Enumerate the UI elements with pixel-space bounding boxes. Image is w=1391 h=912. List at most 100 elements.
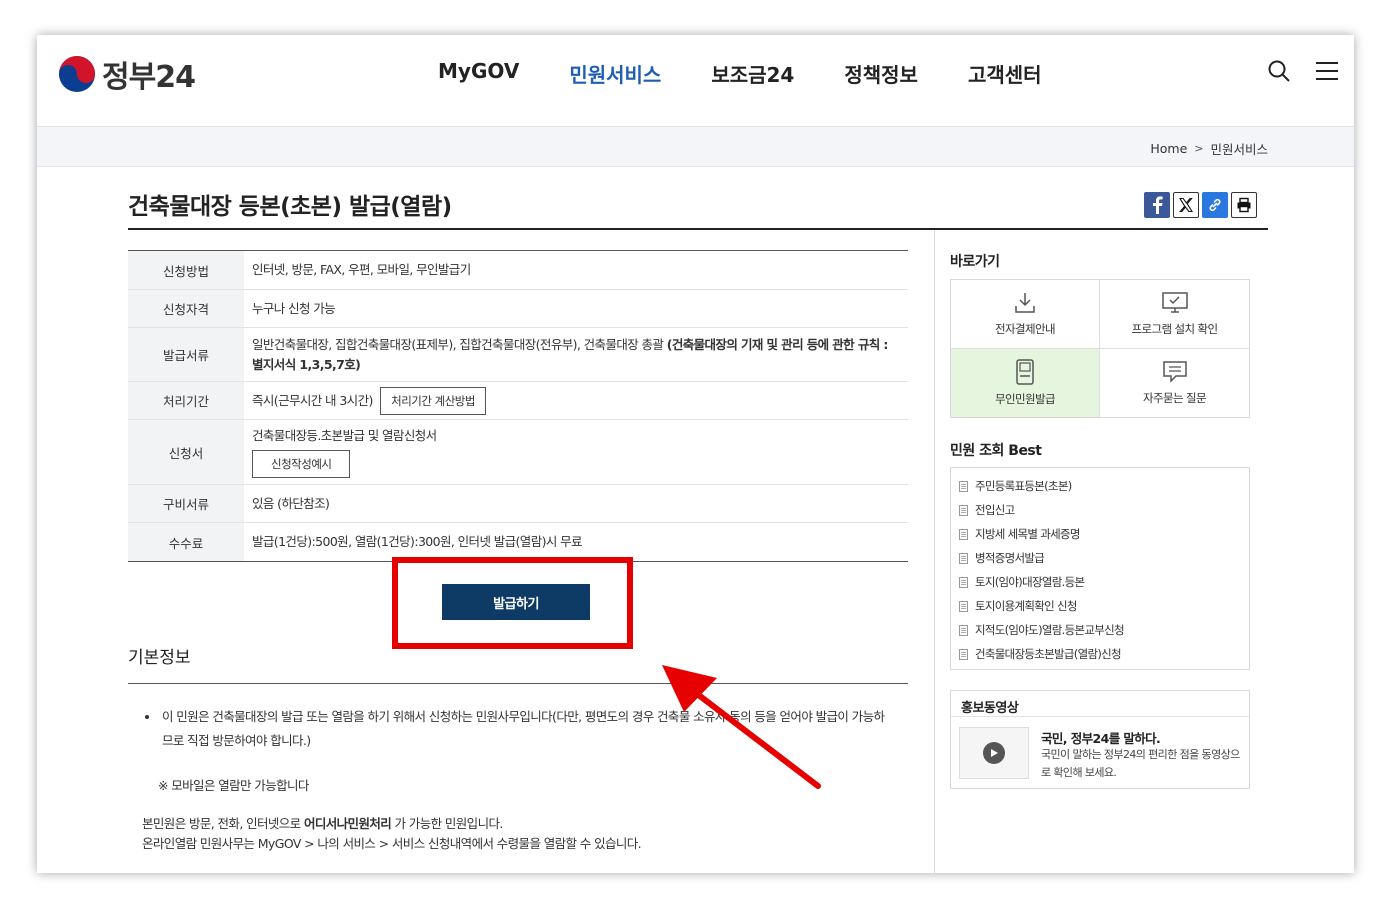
table-row: 처리기간 즉시(근무시간 내 3시간) 처리기간 계산방법 xyxy=(128,381,908,420)
quick-item-label: 무인민원발급 xyxy=(995,391,1055,406)
document-icon xyxy=(959,576,968,588)
nav-subsidy24[interactable]: 보조금24 xyxy=(711,59,794,88)
promo-video-box: 홍보동영상 국민, 정부24를 말하다. 국민이 말하는 정부24의 편리한 점… xyxy=(950,690,1250,789)
quick-links: 전자결제안내 프로그램 설치 확인 무인민원발급 자주묻는 질문 xyxy=(950,279,1250,418)
table-row: 신청서 건축물대장등.초본발급 및 열람신청서신청작성예시 xyxy=(128,419,908,485)
nav-policy-info[interactable]: 정책정보 xyxy=(844,59,918,88)
quick-item-label: 프로그램 설치 확인 xyxy=(1131,321,1219,336)
column-divider xyxy=(934,230,935,873)
chevron-right-icon: > xyxy=(1194,142,1204,155)
red-arrow-icon xyxy=(662,665,821,789)
row-value: 발급(1건당):500원, 열람(1건당):300원, 인터넷 발급(열람)시 … xyxy=(252,534,583,549)
nav-civil-service[interactable]: 민원서비스 xyxy=(569,59,661,88)
video-description: 국민이 말하는 정부24의 편리한 점을 동영상으로 확인해 보세요. xyxy=(1041,748,1240,779)
quick-kiosk[interactable]: 무인민원발급 xyxy=(951,348,1100,417)
row-label: 신청서 xyxy=(128,419,244,485)
play-icon xyxy=(983,742,1005,764)
list-item[interactable]: 주민등록표등본(초본) xyxy=(959,474,1249,498)
row-value: 즉시(근무시간 내 3시간) 처리기간 계산방법 xyxy=(244,381,908,420)
video-thumbnail[interactable] xyxy=(959,727,1029,779)
global-nav: MyGOV 민원서비스 보조금24 정책정보 고객센터 xyxy=(438,59,1092,88)
row-value: 누구나 신청 가능 xyxy=(244,289,908,328)
list-item[interactable]: 토지이용계획확인 신청 xyxy=(959,594,1249,618)
search-icon[interactable] xyxy=(1267,59,1291,83)
nav-customer-center[interactable]: 고객센터 xyxy=(968,59,1042,88)
online-note: 온라인열람 민원사무는 MyGOV > 나의 서비스 > 서비스 신청내역에서 … xyxy=(142,836,642,851)
quick-item-label: 전자결제안내 xyxy=(995,321,1055,336)
quick-epayment[interactable]: 전자결제안내 xyxy=(951,280,1100,349)
share-buttons xyxy=(1144,192,1257,218)
best-list: 주민등록표등본(초본) 전입신고 지방세 세목별 과세증명 병적증명서발급 토지… xyxy=(950,467,1250,670)
document-icon xyxy=(959,600,968,612)
list-item[interactable]: 토지(임야)대장열람.등본 xyxy=(959,570,1249,594)
list-item[interactable]: 병적증명서발급 xyxy=(959,546,1249,570)
anywhere-note: 본민원은 방문, 전화, 인터넷으로 어디서나민원처리 가 가능한 민원입니다.… xyxy=(142,814,892,854)
docs-value: 일반건축물대장, 집합건축물대장(표제부), 집합건축물대장(전유부), 건축물… xyxy=(252,336,667,352)
quick-item-label: 자주묻는 질문 xyxy=(1143,390,1207,405)
list-item[interactable]: 지방세 세목별 과세증명 xyxy=(959,522,1249,546)
chat-icon xyxy=(1162,361,1187,383)
logo-text: 정부24 xyxy=(102,60,196,95)
anywhere-post: 가 가능한 민원입니다. xyxy=(391,816,504,831)
row-label: 구비서류 xyxy=(128,484,244,523)
browser-frame: 정부24 MyGOV 민원서비스 보조금24 정책정보 고객센터 Home > … xyxy=(37,35,1354,873)
best-item-label: 지적도(임야도)열람.등본교부신청 xyxy=(975,623,1125,637)
download-icon xyxy=(1015,292,1035,313)
promo-title: 홍보동영상 xyxy=(951,691,1249,717)
period-value: 즉시(근무시간 내 3시간) xyxy=(252,392,373,408)
document-icon xyxy=(959,624,968,636)
best-item-label: 토지(임야)대장열람.등본 xyxy=(975,575,1085,589)
kiosk-icon xyxy=(1016,359,1034,385)
breadcrumb: Home > 민원서비스 xyxy=(1150,139,1268,158)
taegeuk-logo-icon xyxy=(58,55,96,93)
best-item-label: 토지이용계획확인 신청 xyxy=(975,599,1077,613)
best-item-label: 전입신고 xyxy=(975,503,1015,517)
print-icon[interactable] xyxy=(1231,192,1257,218)
quick-faq[interactable]: 자주묻는 질문 xyxy=(1100,349,1249,418)
breadcrumb-home[interactable]: Home xyxy=(1150,141,1187,156)
anywhere-pre: 본민원은 방문, 전화, 인터넷으로 xyxy=(142,816,304,831)
page-title: 건축물대장 등본(초본) 발급(열람) xyxy=(128,194,452,220)
row-value: 건축물대장등.초본발급 및 열람신청서신청작성예시 xyxy=(244,419,908,485)
site-logo[interactable]: 정부24 xyxy=(58,52,196,96)
row-value: 있음 (하단참조) xyxy=(244,484,908,523)
title-divider xyxy=(128,228,1268,230)
row-label: 발급서류 xyxy=(128,327,244,382)
best-item-label: 병적증명서발급 xyxy=(975,551,1045,565)
service-info-table: 신청방법 인터넷, 방문, FAX, 우편, 모바일, 무인발급기 신청자격 누… xyxy=(128,250,908,562)
table-row: 발급서류 일반건축물대장, 집합건축물대장(표제부), 집합건축물대장(전유부)… xyxy=(128,327,908,382)
table-row: 신청방법 인터넷, 방문, FAX, 우편, 모바일, 무인발급기 xyxy=(128,250,908,290)
row-label: 수수료 xyxy=(128,522,244,562)
row-label: 신청방법 xyxy=(128,250,244,290)
quick-links-title: 바로가기 xyxy=(950,254,1000,270)
form-value: 건축물대장등.초본발급 및 열람신청서 xyxy=(252,428,437,443)
facebook-icon[interactable] xyxy=(1144,192,1170,218)
document-icon xyxy=(959,648,968,660)
nav-mygov[interactable]: MyGOV xyxy=(438,59,519,88)
document-icon xyxy=(959,480,968,492)
list-item[interactable]: 건축물대장등초본발급(열람)신청 xyxy=(959,642,1249,666)
document-icon xyxy=(959,552,968,564)
quick-program-check[interactable]: 프로그램 설치 확인 xyxy=(1100,280,1249,349)
list-item[interactable]: 전입신고 xyxy=(959,498,1249,522)
period-calc-button[interactable]: 처리기간 계산방법 xyxy=(380,386,486,415)
list-item[interactable]: 지적도(임야도)열람.등본교부신청 xyxy=(959,618,1249,642)
document-icon xyxy=(959,504,968,516)
menu-icon[interactable] xyxy=(1315,59,1339,83)
best-item-label: 주민등록표등본(초본) xyxy=(975,479,1072,493)
site-header: 정부24 MyGOV 민원서비스 보조금24 정책정보 고객센터 xyxy=(37,35,1354,127)
row-value: 일반건축물대장, 집합건축물대장(표제부), 집합건축물대장(전유부), 건축물… xyxy=(244,327,908,382)
row-label: 신청자격 xyxy=(128,289,244,328)
x-twitter-icon[interactable] xyxy=(1173,192,1199,218)
video-title[interactable]: 국민, 정부24를 말하다. xyxy=(1041,728,1161,747)
anywhere-bold: 어디서나민원처리 xyxy=(303,816,392,831)
link-copy-icon[interactable] xyxy=(1202,192,1228,218)
monitor-check-icon xyxy=(1161,292,1188,313)
breadcrumb-current[interactable]: 민원서비스 xyxy=(1210,139,1268,158)
form-example-button[interactable]: 신청작성예시 xyxy=(252,450,351,478)
row-value: 인터넷, 방문, FAX, 우편, 모바일, 무인발급기 xyxy=(244,250,908,290)
table-row: 수수료 발급(1건당):500원, 열람(1건당):300원, 인터넷 발급(열… xyxy=(128,522,908,562)
best-item-label: 지방세 세목별 과세증명 xyxy=(975,527,1080,541)
basic-info-title: 기본정보 xyxy=(128,648,191,668)
breadcrumb-bar: Home > 민원서비스 xyxy=(37,127,1354,167)
